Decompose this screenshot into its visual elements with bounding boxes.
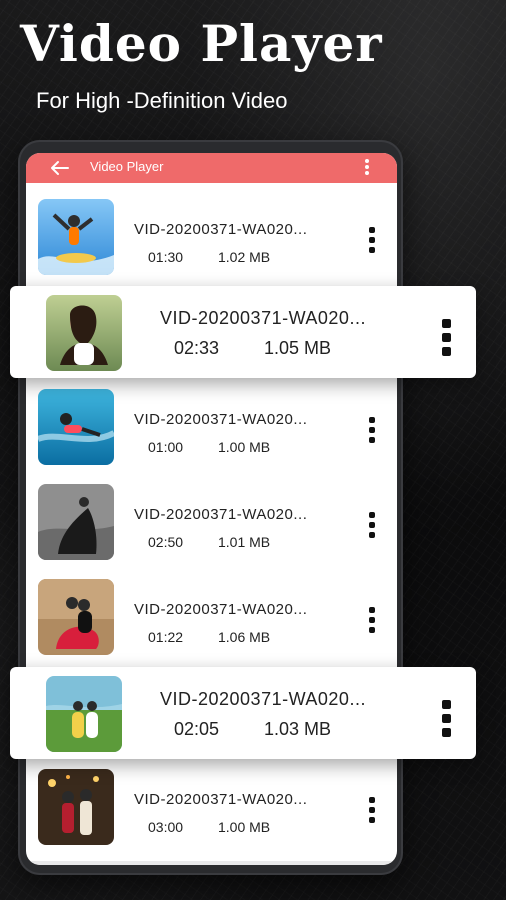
video-title: VID-20200371-WA020... — [134, 221, 308, 238]
video-thumbnail[interactable] — [46, 295, 122, 371]
video-size: 1.06 MB — [218, 629, 271, 645]
video-thumbnail[interactable] — [46, 676, 122, 752]
video-size: 1.05 MB — [264, 338, 332, 358]
video-duration: 03:00 — [148, 819, 184, 835]
video-title: VID-20200371-WA020... — [160, 689, 366, 709]
video-title: VID-20200371-WA020... — [160, 308, 366, 328]
list-item[interactable]: VID-20200371-WA020... 01:00 1.00 MB — [26, 389, 397, 481]
more-vert-icon[interactable] — [363, 157, 371, 179]
video-size: 1.00 MB — [218, 819, 271, 835]
list-item[interactable]: VID-20200371-WA020... 02:50 1.01 MB — [26, 484, 397, 576]
video-duration: 02:05 — [174, 719, 220, 739]
video-duration: 01:00 — [148, 439, 184, 455]
video-title: VID-20200371-WA020... — [134, 791, 308, 808]
video-thumbnail[interactable] — [38, 769, 114, 845]
video-duration: 01:22 — [148, 629, 184, 645]
more-vert-icon[interactable] — [367, 508, 377, 542]
video-size: 1.03 MB — [264, 719, 332, 739]
video-title: VID-20200371-WA020... — [134, 506, 308, 523]
highlighted-list-item[interactable]: VID-20200371-WA020... 02:33 1.05 MB — [10, 286, 476, 378]
video-size: 1.01 MB — [218, 534, 271, 550]
more-vert-icon[interactable] — [367, 603, 377, 637]
more-vert-icon[interactable] — [440, 314, 452, 358]
video-duration: 01:30 — [148, 249, 184, 265]
video-thumbnail[interactable] — [38, 199, 114, 275]
video-title: VID-20200371-WA020... — [134, 601, 308, 618]
highlighted-list-item[interactable]: VID-20200371-WA020... 02:05 1.03 MB — [10, 667, 476, 759]
video-thumbnail[interactable] — [38, 389, 114, 465]
list-item[interactable]: VID-20200371-WA020... 01:22 1.06 MB — [26, 579, 397, 671]
video-thumbnail[interactable] — [38, 579, 114, 655]
video-title: VID-20200371-WA020... — [134, 411, 308, 428]
more-vert-icon[interactable] — [367, 413, 377, 447]
app-bar-title: Video Player — [90, 159, 164, 174]
video-duration: 02:50 — [148, 534, 184, 550]
more-vert-icon[interactable] — [440, 695, 452, 739]
list-item[interactable]: VID-20200371-WA020... 03:00 1.00 MB — [26, 769, 397, 861]
list-item[interactable]: VID-20200371-WA020... 01:30 1.02 MB — [26, 199, 397, 291]
app-bar: Video Player — [26, 153, 397, 183]
screen-bottom-edge — [26, 861, 397, 865]
arrow-left-icon[interactable] — [50, 160, 70, 176]
video-duration: 02:33 — [174, 338, 220, 358]
promo-subtitle: For High -Definition Video — [36, 88, 288, 113]
video-size: 1.00 MB — [218, 439, 271, 455]
more-vert-icon[interactable] — [367, 223, 377, 257]
more-vert-icon[interactable] — [367, 793, 377, 827]
video-thumbnail[interactable] — [38, 484, 114, 560]
promo-title: Video Player — [20, 14, 383, 73]
video-size: 1.02 MB — [218, 249, 271, 265]
